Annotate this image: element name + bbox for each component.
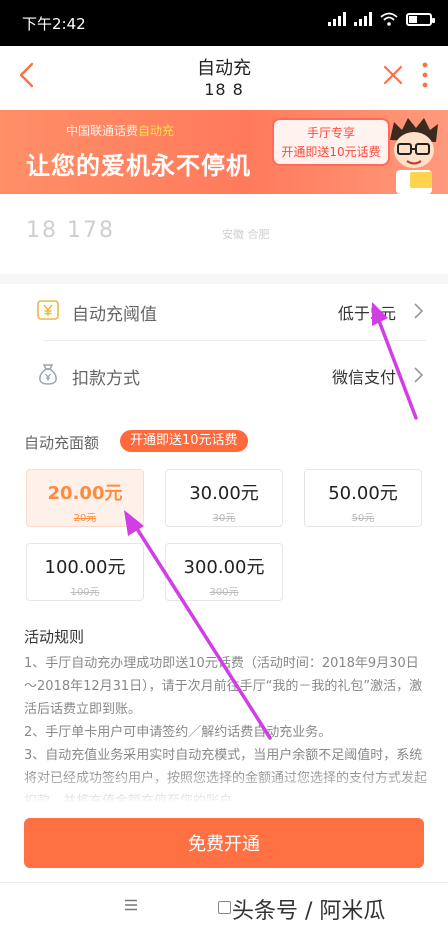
- watermark-text: 头条号 / 阿米瓜: [232, 899, 386, 924]
- banner-brand: 中国联通话费自动充: [66, 124, 175, 138]
- amount-original: 20元: [73, 513, 97, 524]
- chevron-right-icon: [414, 303, 424, 319]
- amount-original: 30元: [212, 513, 236, 524]
- amount-header: 自动充面额: [24, 434, 100, 452]
- payment-label: 扣款方式: [72, 369, 140, 389]
- free-activate-button[interactable]: 免费开通: [24, 818, 424, 868]
- banner-slogan: 让您的爱机永不停机: [26, 152, 251, 180]
- account-location: 安徽 合肥: [222, 228, 270, 241]
- status-icons: [328, 12, 435, 26]
- badge-line1: 手厅专享: [306, 126, 355, 140]
- amount-option-100[interactable]: 100.00元 100元: [26, 543, 144, 601]
- account-number: 18 178: [26, 218, 115, 243]
- close-icon[interactable]: [380, 62, 406, 88]
- rule-item: 1、手厅自动充办理成功即送10元话费（活动时间：2018年9月30日～2018年…: [24, 656, 423, 717]
- chevron-right-icon: [414, 367, 424, 383]
- home-key-icon[interactable]: [218, 901, 231, 914]
- amount-original: 300元: [209, 587, 239, 598]
- payment-method-row[interactable]: 扣款方式 微信支付: [22, 348, 426, 402]
- section-gap: [0, 404, 448, 412]
- amount-original: 50元: [351, 513, 375, 524]
- threshold-label: 自动充阈值: [72, 305, 157, 325]
- promo-banner[interactable]: 中国联通话费自动充 让您的爱机永不停机 手厅专享 开通即送10元话费: [0, 110, 448, 194]
- amount-value: 50.00元: [328, 483, 398, 504]
- mascot-illustration-icon: [390, 118, 438, 194]
- rules-title: 活动规则: [24, 628, 85, 646]
- badge-line2: 开通即送10元话费: [281, 145, 381, 159]
- money-bag-icon: [39, 364, 57, 385]
- amount-option-50[interactable]: 50.00元 50元: [304, 469, 422, 527]
- section-separator: [0, 274, 448, 284]
- rule-item: 2、手厅单卡用户可申请签约／解约话费自动充业务。: [24, 725, 332, 740]
- amount-value: 100.00元: [44, 557, 126, 578]
- amount-promo-badge: 开通即送10元话费: [120, 430, 248, 452]
- signal-icon: [328, 12, 346, 26]
- row-divider: [44, 340, 426, 341]
- amount-value: 300.00元: [183, 557, 265, 578]
- more-vertical-icon[interactable]: [418, 60, 432, 90]
- menu-icon[interactable]: [124, 899, 138, 911]
- status-bar: 下午2:42: [0, 0, 448, 46]
- amount-value: 20.00元: [47, 483, 123, 504]
- yen-wallet-icon: [37, 300, 59, 320]
- threshold-value: 低于5元: [337, 304, 396, 323]
- signal-icon-2: [354, 12, 372, 26]
- wifi-icon: [380, 12, 398, 26]
- payment-value: 微信支付: [331, 368, 396, 387]
- banner-badge: 手厅专享 开通即送10元话费: [272, 118, 390, 166]
- status-time: 下午2:42: [22, 15, 86, 33]
- banner-highlight: 自动充: [138, 124, 175, 138]
- battery-icon: [406, 12, 435, 26]
- amount-value: 30.00元: [189, 483, 259, 504]
- amount-original: 100元: [70, 587, 100, 598]
- amount-option-300[interactable]: 300.00元 300元: [165, 543, 283, 601]
- content-fade: [0, 770, 448, 804]
- amount-option-30[interactable]: 30.00元 30元: [165, 469, 283, 527]
- threshold-row[interactable]: 自动充阈值 低于5元: [22, 284, 426, 338]
- nav-bar: 自动充 18 8: [0, 46, 448, 110]
- system-nav-bar: 头条号 / 阿米瓜: [0, 882, 448, 930]
- amount-option-20[interactable]: 20.00元 20元: [26, 469, 144, 527]
- account-info: 18 178 安徽 合肥: [0, 194, 448, 274]
